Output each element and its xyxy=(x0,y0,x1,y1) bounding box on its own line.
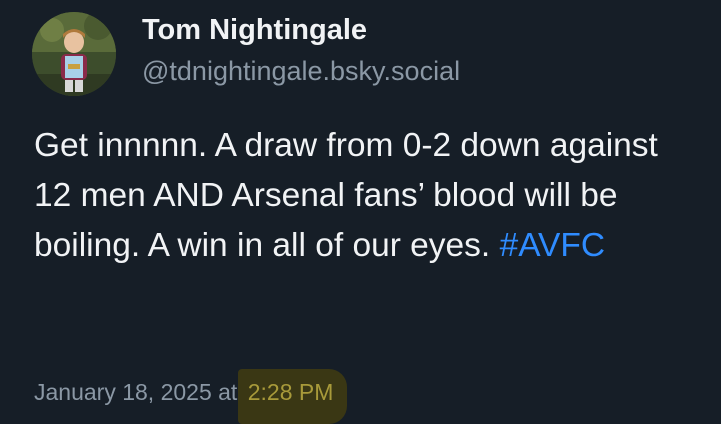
avatar[interactable] xyxy=(32,12,116,96)
avatar-photo xyxy=(32,12,116,96)
hashtag-link[interactable]: #AVFC xyxy=(500,227,606,264)
post-timestamp[interactable]: January 18, 2025 at 2:28 PM xyxy=(34,369,348,424)
timestamp-date: January 18, 2025 at xyxy=(34,379,244,405)
post-text: Get innnnn. A draw from 0-2 down against… xyxy=(34,121,704,271)
timestamp-time-highlight: 2:28 PM xyxy=(237,369,348,424)
post-card: Tom Nightingale @tdnightingale.bsky.soci… xyxy=(0,0,721,424)
author-handle[interactable]: @tdnightingale.bsky.social xyxy=(142,56,460,87)
author-display-name[interactable]: Tom Nightingale xyxy=(142,14,367,47)
